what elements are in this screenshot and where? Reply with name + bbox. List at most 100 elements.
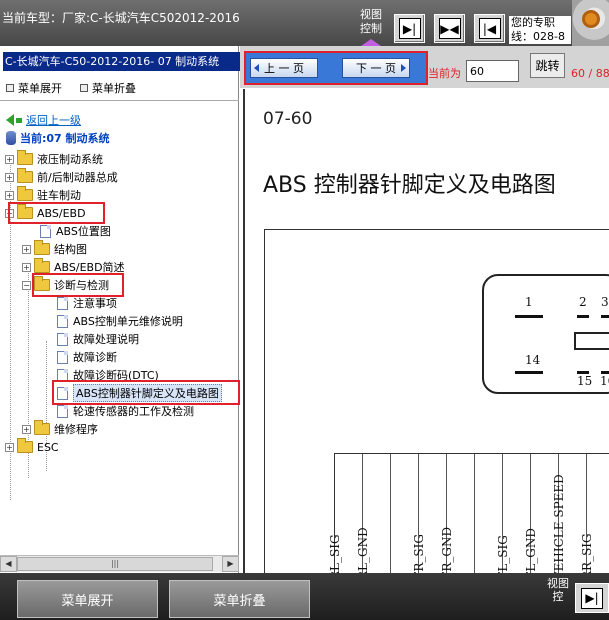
pin-definition-table: RL_SIG RL_GND FR_SIG FR_GND FL_SIG FL_GN…: [328, 453, 609, 573]
scroll-left-icon[interactable]: ◀: [0, 556, 17, 572]
bottom-view-control-label: 视图控: [547, 577, 569, 603]
back-arrow-icon: [6, 114, 14, 126]
annotation-box-abs-pinout: [52, 380, 240, 405]
document-icon: [57, 332, 68, 346]
document-icon: [57, 404, 68, 418]
connector-notch: [574, 332, 609, 350]
expand-toggle-icon[interactable]: +: [22, 244, 31, 254]
current-car-model: 当前车型：厂家:C-长城汽车C502012-2016: [2, 11, 240, 25]
view-control-indicator-icon: [361, 39, 381, 46]
pin-label: 2: [579, 295, 587, 309]
tree-item-label: 故障处理说明: [73, 333, 139, 346]
tree-item-label: 轮速传感器的工作及检测: [73, 405, 194, 418]
prev-view-button[interactable]: |◀: [474, 14, 505, 43]
annotation-box-abs-ebd: [8, 202, 105, 224]
arrow-right-icon: ▶|: [398, 18, 421, 39]
column-label: FL_GND: [524, 527, 538, 573]
hotline-notice: 您的专职 线：028-8: [509, 16, 571, 44]
top-bar: 当前车型：厂家:C-长城汽车C502012-2016 视图控制 ▶| ▶◀ |◀…: [0, 0, 609, 46]
page-count: 60 / 88: [571, 67, 609, 80]
document-icon: [57, 296, 68, 310]
tree-item-label: ABS位置图: [56, 225, 111, 238]
collapse-toggle-icon[interactable]: −: [22, 280, 31, 290]
view-control-text: 视图控制: [360, 8, 382, 35]
scrollbar-thumb[interactable]: |||: [17, 557, 213, 571]
table-column: FR_GND: [440, 454, 475, 573]
current-location: 当前:07 制动系统: [6, 130, 110, 146]
view-control-label: 视图控制: [357, 8, 385, 46]
next-view-button[interactable]: ▶|: [394, 14, 425, 43]
folder-icon: [17, 168, 33, 183]
expand-toggle-icon[interactable]: +: [5, 154, 14, 164]
tree-item-label: 前/后制动器总成: [37, 171, 118, 184]
annotation-box-diagnosis: [32, 273, 124, 297]
column-label: RR_SIG: [580, 533, 594, 573]
tree-item-esc[interactable]: + ESC: [5, 438, 59, 456]
collapse-menu-button[interactable]: 菜单折叠: [80, 80, 136, 96]
jump-button[interactable]: 跳转: [530, 53, 565, 78]
pin-label: 15: [577, 374, 593, 388]
navigation-tree: 返回上一级 当前:07 制动系统 + 液压制动系统 + 前/后制动器总成 + 驻…: [0, 108, 240, 552]
tree-item-repair-procedure[interactable]: + 维修程序: [22, 420, 98, 438]
column-label: RL_GND: [356, 527, 370, 573]
bottom-expand-menu-button[interactable]: 菜单展开: [17, 580, 158, 618]
bottom-next-view-button[interactable]: ▶|: [575, 583, 609, 613]
next-page-button[interactable]: 下 一 页: [342, 58, 410, 78]
expand-toggle-icon[interactable]: +: [22, 424, 31, 434]
tree-item-structure[interactable]: + 结构图: [22, 240, 87, 258]
double-arrow-icon: ▶◀: [438, 18, 461, 39]
column-label: FR_GND: [440, 526, 454, 573]
app-logo: [572, 0, 609, 46]
current-page-label: 当前为: [428, 67, 461, 80]
document-icon: [57, 314, 68, 328]
document-icon: [40, 224, 51, 238]
tree-item-fault-handling[interactable]: 故障处理说明: [57, 330, 139, 348]
prev-page-label: 上 一 页: [264, 62, 304, 75]
split-view-button[interactable]: ▶◀: [434, 14, 465, 43]
expand-toggle-icon[interactable]: +: [5, 190, 14, 200]
expand-menu-button[interactable]: 菜单展开: [6, 80, 62, 96]
tree-item-label: ESC: [37, 440, 59, 454]
prev-arrow-icon: [254, 64, 259, 72]
page-number-input[interactable]: [466, 60, 519, 82]
expand-menu-label: 菜单展开: [18, 82, 62, 95]
bottom-collapse-menu-button[interactable]: 菜单折叠: [169, 580, 310, 618]
pin-label: 3: [601, 295, 609, 309]
folder-icon: [17, 186, 33, 201]
pin-label: 14: [525, 353, 541, 367]
tree-item-label: 液压制动系统: [37, 153, 103, 166]
panel-divider: [0, 100, 239, 101]
hotline-text: 您的专职 线：028-8: [511, 16, 565, 43]
document-icon: [57, 350, 68, 364]
column-label: RL_SIG: [328, 534, 342, 573]
column-label: FL_SIG: [496, 535, 510, 573]
tree-item-abs-repair[interactable]: ABS控制单元维修说明: [57, 312, 183, 330]
tree-item-label: 维修程序: [54, 423, 98, 436]
folder-icon: [34, 258, 50, 273]
pin-label: 1: [525, 295, 533, 309]
horizontal-scrollbar[interactable]: ◀ ||| ▶: [0, 555, 239, 572]
expand-toggle-icon[interactable]: +: [5, 442, 14, 452]
scroll-right-icon[interactable]: ▶: [222, 556, 239, 572]
column-label: VEHICLE SPEED: [552, 474, 566, 573]
current-location-label: 当前:07 制动系统: [20, 132, 110, 145]
expand-toggle-icon[interactable]: +: [22, 262, 31, 272]
tree-item-hydraulic[interactable]: + 液压制动系统: [5, 150, 103, 168]
prev-page-button[interactable]: 上 一 页: [250, 58, 318, 78]
document-title: ABS 控制器针脚定义及电路图: [263, 173, 556, 198]
collapse-menu-label: 菜单折叠: [92, 82, 136, 95]
database-icon: [6, 131, 16, 145]
tree-item-front-rear[interactable]: + 前/后制动器总成: [5, 168, 118, 186]
tree-item-label: 故障诊断: [73, 351, 117, 364]
pin-mark: [515, 371, 543, 374]
pin-label: 16: [600, 374, 609, 388]
table-column: RR_SIG: [580, 454, 609, 573]
next-page-label: 下 一 页: [356, 62, 396, 75]
bottom-bar: 菜单展开 菜单折叠 视图控 ▶|: [0, 573, 609, 620]
expand-toggle-icon[interactable]: +: [5, 172, 14, 182]
tree-item-fault-diagnosis[interactable]: 故障诊断: [57, 348, 117, 366]
pin-mark: [515, 315, 543, 318]
left-panel: C-长城汽车-C50-2012-2016- 07 制动系统 菜单展开 菜单折叠 …: [0, 46, 261, 573]
back-link[interactable]: 返回上一级: [6, 112, 81, 128]
tree-item-abs-position[interactable]: ABS位置图: [40, 222, 111, 240]
